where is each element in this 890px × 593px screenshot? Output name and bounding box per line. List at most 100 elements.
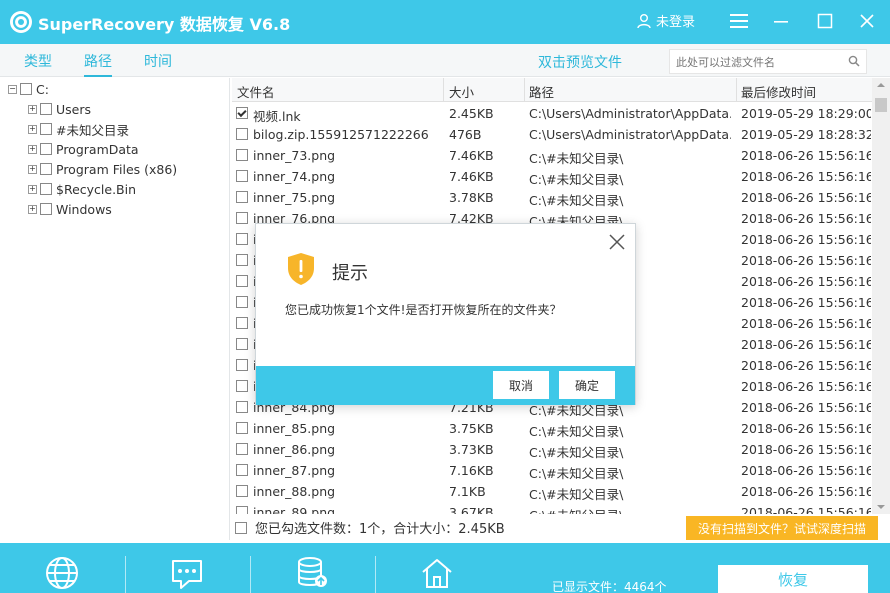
header-path[interactable]: 路径	[529, 82, 554, 101]
table-row[interactable]: inner_89.png 3.67KB C:\#未知父目录\ 2018-06-26 1…	[232, 502, 872, 514]
summary-text: 您已勾选文件数：1个，合计大小：2.45KB	[255, 522, 505, 537]
search-icon[interactable]	[848, 55, 860, 67]
app-logo-icon	[10, 11, 32, 33]
table-row[interactable]: inner_75.png 3.78KB C:\#未知父目录\ 2018-06-26 1…	[232, 187, 872, 208]
scroll-up-icon[interactable]	[872, 78, 890, 92]
file-name: inner_75.png	[253, 190, 336, 205]
tree-item[interactable]: + Program Files (x86)	[28, 160, 177, 178]
expand-icon[interactable]: +	[28, 164, 37, 174]
expand-icon[interactable]: +	[28, 124, 37, 134]
column-divider[interactable]	[524, 78, 525, 102]
file-path: C:\#未知父目录\	[529, 172, 624, 187]
file-size: 3.73KB	[449, 442, 494, 457]
row-checkbox[interactable]	[236, 443, 248, 455]
row-checkbox[interactable]	[236, 359, 248, 371]
file-path: C:\#未知父目录\	[529, 487, 624, 502]
scroll-down-icon[interactable]	[872, 500, 890, 514]
row-checkbox[interactable]	[236, 422, 248, 434]
login-button[interactable]: 未登录	[636, 11, 695, 30]
menu-button[interactable]	[728, 10, 750, 32]
row-checkbox[interactable]	[236, 506, 248, 514]
table-row[interactable]: inner_73.png 7.46KB C:\#未知父目录\ 2018-06-26 1…	[232, 145, 872, 166]
row-checkbox[interactable]	[236, 464, 248, 476]
home-button[interactable]	[417, 555, 457, 593]
table-row[interactable]: 视频.lnk 2.45KB C:\Users\Administrator\AppDa…	[232, 103, 872, 124]
cancel-button[interactable]: 取消	[493, 371, 549, 399]
expand-icon[interactable]: +	[28, 184, 37, 194]
file-modified-time: 2018-06-26 15:56:16	[741, 421, 871, 436]
row-checkbox[interactable]	[236, 170, 248, 182]
expand-icon[interactable]: +	[28, 104, 37, 114]
collapse-icon[interactable]: −	[8, 84, 17, 94]
file-name: 视频.lnk	[253, 109, 301, 124]
maximize-button[interactable]	[814, 10, 836, 32]
confirm-button[interactable]: 确定	[559, 371, 615, 399]
file-modified-time: 2018-06-26 15:56:16	[741, 253, 871, 268]
file-path: C:\#未知父目录\	[529, 445, 624, 460]
dialog-close-icon[interactable]	[608, 233, 626, 251]
expand-icon[interactable]: +	[28, 144, 37, 154]
tab-type[interactable]: 类型	[24, 51, 52, 71]
file-modified-time: 2018-06-26 15:56:16	[741, 484, 871, 499]
table-row[interactable]: inner_85.png 3.75KB C:\#未知父目录\ 2018-06-26 1…	[232, 418, 872, 439]
table-scrollbar[interactable]	[872, 78, 890, 514]
shown-files-count: 已显示文件：4464个	[552, 580, 667, 593]
support-chat-button[interactable]	[167, 555, 207, 593]
minimize-button[interactable]	[770, 10, 792, 32]
row-checkbox[interactable]	[236, 338, 248, 350]
tree-checkbox[interactable]	[20, 83, 32, 95]
tree-checkbox[interactable]	[40, 163, 52, 175]
tree-item-label: C:	[36, 81, 49, 97]
expand-icon[interactable]: +	[28, 204, 37, 214]
website-button[interactable]	[42, 555, 82, 593]
tree-item[interactable]: + ProgramData	[28, 140, 139, 158]
header-name[interactable]: 文件名	[237, 82, 275, 101]
file-size: 2.45KB	[449, 106, 494, 121]
header-size[interactable]: 大小	[449, 82, 474, 101]
table-row[interactable]: inner_74.png 7.46KB C:\#未知父目录\ 2018-06-26 1…	[232, 166, 872, 187]
database-button[interactable]	[292, 555, 332, 593]
table-row[interactable]: inner_87.png 7.16KB C:\#未知父目录\ 2018-06-26 1…	[232, 460, 872, 481]
search-input[interactable]	[676, 53, 844, 71]
recover-button[interactable]: 恢复	[718, 565, 868, 593]
row-checkbox[interactable]	[236, 275, 248, 287]
chat-icon	[172, 560, 202, 589]
tree-item-root[interactable]: − C:	[8, 80, 49, 98]
row-checkbox[interactable]	[236, 380, 248, 392]
tree-checkbox[interactable]	[40, 183, 52, 195]
row-checkbox[interactable]	[236, 212, 248, 224]
table-row[interactable]: inner_88.png 7.1KB C:\#未知父目录\ 2018-06-26 15…	[232, 481, 872, 502]
tree-item[interactable]: + $Recycle.Bin	[28, 180, 136, 198]
login-label: 未登录	[656, 15, 696, 30]
row-checkbox[interactable]	[236, 485, 248, 497]
tree-checkbox[interactable]	[40, 103, 52, 115]
column-divider[interactable]	[443, 78, 444, 102]
row-checkbox[interactable]	[236, 296, 248, 308]
tree-item[interactable]: + #未知父目录	[28, 120, 129, 138]
select-all-checkbox[interactable]	[235, 521, 247, 534]
row-checkbox[interactable]	[236, 191, 248, 203]
close-button[interactable]	[856, 10, 878, 32]
tree-checkbox[interactable]	[40, 203, 52, 215]
tree-checkbox[interactable]	[40, 123, 52, 135]
row-checkbox[interactable]	[236, 149, 248, 161]
folder-tree: − C: + Users + #未知父目录 + ProgramData + Pr…	[0, 78, 230, 540]
table-row[interactable]: inner_86.png 3.73KB C:\#未知父目录\ 2018-06-26 1…	[232, 439, 872, 460]
scrollbar-thumb[interactable]	[875, 98, 887, 112]
bottom-bar: 已显示文件：4464个 恢复	[0, 543, 890, 593]
table-row[interactable]: bilog.zip.155912571222266 476B C:\Users\Ad…	[232, 124, 872, 145]
row-checkbox[interactable]	[236, 233, 248, 245]
tree-item[interactable]: + Users	[28, 100, 91, 118]
row-checkbox[interactable]	[236, 107, 248, 119]
tree-item[interactable]: + Windows	[28, 200, 112, 218]
tab-path[interactable]: 路径	[84, 51, 112, 77]
column-divider[interactable]	[736, 78, 737, 102]
header-time[interactable]: 最后修改时间	[741, 82, 816, 101]
row-checkbox[interactable]	[236, 254, 248, 266]
tab-time[interactable]: 时间	[144, 51, 172, 71]
row-checkbox[interactable]	[236, 128, 248, 140]
deep-scan-button[interactable]: 没有扫描到文件？试试深度扫描	[686, 516, 878, 540]
tree-checkbox[interactable]	[40, 143, 52, 155]
row-checkbox[interactable]	[236, 317, 248, 329]
row-checkbox[interactable]	[236, 401, 248, 413]
